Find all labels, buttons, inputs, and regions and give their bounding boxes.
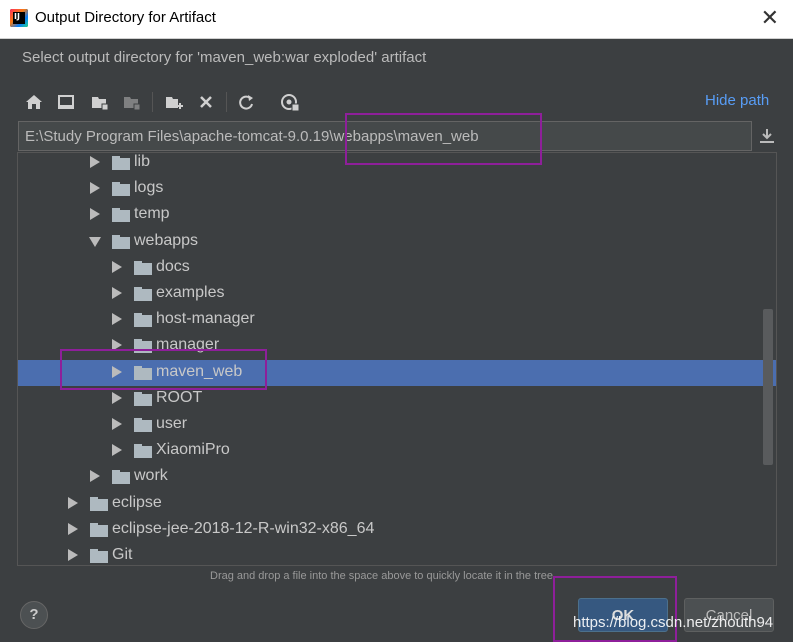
new-folder-icon[interactable]: [162, 90, 186, 114]
chevron-right-icon[interactable]: [68, 522, 78, 535]
tree-row-label: examples: [156, 284, 225, 301]
tree-row[interactable]: eclipse: [18, 491, 776, 517]
tree-row-label: logs: [134, 179, 164, 197]
folder-icon: [134, 313, 152, 328]
tree-row[interactable]: logs: [18, 176, 776, 202]
tree-row-label: lib: [134, 153, 151, 170]
project-folder-icon[interactable]: [88, 90, 112, 114]
refresh-icon[interactable]: [234, 90, 258, 114]
chevron-right-icon[interactable]: [90, 182, 100, 195]
tree-row[interactable]: XiaomiPro: [18, 438, 776, 464]
dialog-description: Select output directory for 'maven_web:w…: [22, 49, 427, 66]
tree-row-label: temp: [134, 205, 170, 223]
folder-icon: [134, 444, 152, 459]
tree-row-label: eclipse: [112, 493, 162, 511]
close-icon[interactable]: ✕: [761, 6, 779, 31]
tree-row[interactable]: work: [18, 464, 776, 490]
module-folder-icon[interactable]: [120, 90, 144, 114]
tree-row-label: ROOT: [156, 388, 203, 406]
tree-row[interactable]: examples: [18, 281, 776, 307]
chevron-right-icon[interactable]: [90, 156, 100, 168]
folder-icon: [90, 496, 108, 511]
chevron-right-icon[interactable]: [112, 444, 122, 457]
tree-row-label: work: [134, 467, 168, 485]
folder-icon: [112, 156, 130, 170]
chevron-down-icon[interactable]: [89, 236, 101, 247]
folder-icon: [112, 182, 130, 197]
chevron-right-icon[interactable]: [112, 260, 122, 273]
chevron-right-icon[interactable]: [68, 549, 78, 561]
tree-row-label: user: [156, 415, 188, 432]
tree-row-label: host-manager: [156, 310, 255, 328]
folder-icon: [134, 287, 152, 301]
tree-row-label: docs: [156, 257, 190, 275]
folder-icon: [90, 549, 108, 563]
watermark-text: https://blog.csdn.net/zhouth94: [573, 614, 774, 631]
folder-icon: [134, 418, 152, 432]
tree-row-label: eclipse-jee-2018-12-R-win32-x86_64: [112, 519, 375, 537]
tree-row[interactable]: webapps: [18, 229, 776, 255]
help-button[interactable]: ?: [20, 601, 48, 629]
home-icon[interactable]: [22, 90, 46, 114]
tree-row-label: Git: [112, 546, 133, 563]
tree-row[interactable]: temp: [18, 202, 776, 228]
chevron-right-icon[interactable]: [90, 470, 100, 483]
tree-scrollbar[interactable]: [763, 309, 773, 465]
chevron-right-icon[interactable]: [112, 313, 122, 326]
chevron-right-icon[interactable]: [112, 418, 122, 430]
annotation-box-selected-folder: [60, 349, 267, 390]
title-bar: IJ Output Directory for Artifact ✕: [0, 0, 793, 39]
desktop-icon[interactable]: [54, 90, 78, 114]
tree-row-label: webapps: [134, 231, 199, 249]
folder-icon: [112, 234, 130, 249]
toolbar-separator: [152, 92, 153, 112]
intellij-app-icon: IJ: [10, 9, 28, 27]
tree-row[interactable]: host-manager: [18, 307, 776, 333]
hide-path-link[interactable]: Hide path: [705, 92, 769, 109]
chevron-right-icon[interactable]: [90, 208, 100, 221]
tree-row[interactable]: user: [18, 412, 776, 438]
drag-drop-hint: Drag and drop a file into the space abov…: [210, 570, 554, 582]
tree-row[interactable]: eclipse-jee-2018-12-R-win32-x86_64: [18, 517, 776, 543]
toolbar-separator: [226, 92, 227, 112]
chevron-right-icon[interactable]: [112, 391, 122, 404]
delete-icon[interactable]: [194, 90, 218, 114]
folder-icon: [134, 260, 152, 275]
download-icon[interactable]: [758, 127, 776, 145]
folder-icon: [112, 208, 130, 223]
show-hidden-icon[interactable]: [278, 90, 302, 114]
folder-icon: [90, 522, 108, 537]
folder-icon: [134, 391, 152, 406]
tree-row-label: XiaomiPro: [156, 441, 230, 459]
tree-row[interactable]: Git: [18, 543, 776, 565]
annotation-box-path: [345, 113, 542, 165]
folder-icon: [112, 470, 130, 485]
tree-row[interactable]: docs: [18, 255, 776, 281]
chevron-right-icon[interactable]: [68, 496, 78, 509]
chevron-right-icon[interactable]: [112, 287, 122, 299]
window-title: Output Directory for Artifact: [35, 9, 216, 26]
